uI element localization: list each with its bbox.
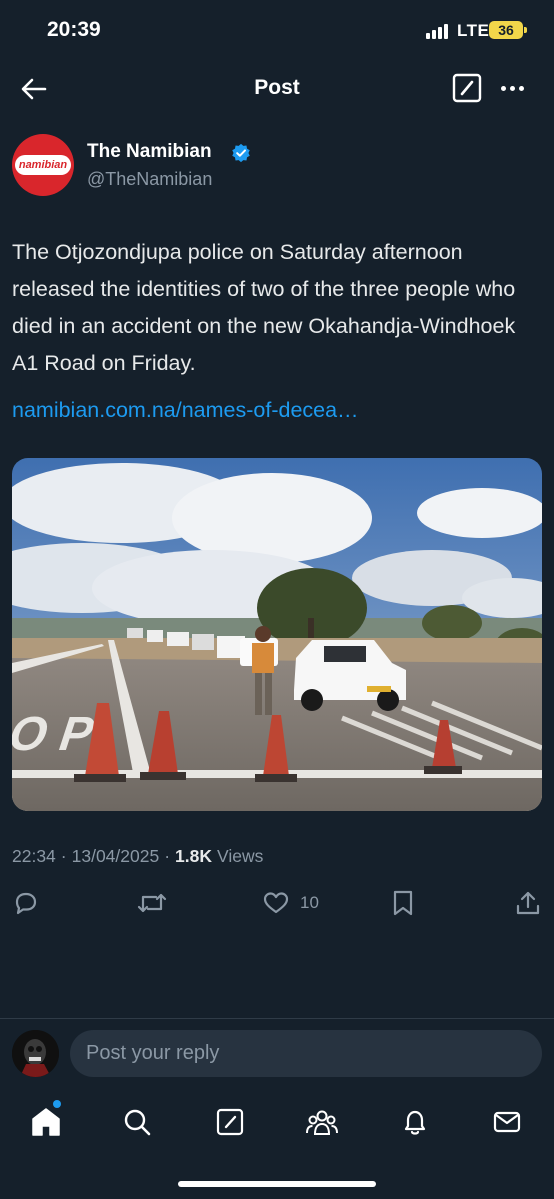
reply-icon — [15, 892, 37, 915]
more-icon — [500, 85, 506, 91]
bell-icon — [404, 1110, 426, 1135]
home-indicator — [178, 1181, 376, 1187]
more-button[interactable] — [494, 74, 530, 102]
post-image[interactable]: S T O P — [12, 458, 542, 811]
home-icon — [32, 1108, 60, 1136]
tab-grok[interactable] — [212, 1104, 248, 1140]
repost-icon — [137, 893, 167, 913]
tab-notifications[interactable] — [397, 1104, 433, 1140]
views-label[interactable]: Views — [217, 846, 263, 867]
signal-icon — [426, 24, 448, 39]
like-count: 10 — [300, 893, 319, 912]
post-date: 13/04/2025 — [71, 846, 160, 866]
bookmark-icon — [393, 890, 413, 916]
battery-icon: 36 — [489, 21, 523, 39]
bookmark-button[interactable] — [390, 888, 416, 918]
communities-icon — [306, 1110, 338, 1135]
views-count: 1.8K — [175, 846, 213, 866]
share-icon — [516, 891, 540, 915]
reply-button[interactable] — [12, 888, 40, 918]
status-time: 20:39 — [47, 18, 101, 41]
tab-communities[interactable] — [304, 1104, 340, 1140]
post-link[interactable]: namibian.com.na/names-of-decea… — [12, 398, 359, 423]
grok-button[interactable] — [452, 73, 482, 103]
grok-icon — [216, 1108, 244, 1136]
author-name[interactable]: The Namibian — [87, 141, 212, 163]
search-icon — [124, 1109, 151, 1136]
meta-separator: · — [164, 846, 171, 866]
road-scene-illustration: S T O P — [12, 458, 542, 811]
reply-input[interactable] — [70, 1030, 542, 1077]
author-avatar[interactable]: namibian — [12, 134, 74, 196]
home-notification-dot — [53, 1100, 61, 1108]
like-button[interactable]: 10 — [262, 888, 319, 918]
user-avatar[interactable] — [12, 1030, 59, 1077]
heart-icon — [263, 892, 289, 914]
post-time: 22:34 — [12, 846, 56, 866]
post-meta: 22:34 · 13/04/2025 · 1.8K Views — [12, 846, 263, 867]
author-handle[interactable]: @TheNamibian — [87, 169, 212, 190]
avatar-logo: namibian — [15, 155, 71, 175]
repost-button[interactable] — [136, 888, 168, 918]
post-text: The Otjozondjupa police on Saturday afte… — [12, 240, 516, 375]
verified-badge-icon — [232, 143, 250, 163]
share-button[interactable] — [514, 888, 542, 918]
network-label: LTE — [457, 21, 490, 40]
composer-divider — [0, 1018, 554, 1019]
meta-separator: · — [60, 846, 67, 866]
grok-icon — [452, 73, 482, 103]
tab-home[interactable] — [28, 1104, 64, 1140]
battery-cap — [524, 27, 527, 33]
avatar-image — [12, 1030, 59, 1077]
tab-search[interactable] — [119, 1104, 155, 1140]
mail-icon — [493, 1111, 521, 1133]
tab-messages[interactable] — [489, 1104, 525, 1140]
